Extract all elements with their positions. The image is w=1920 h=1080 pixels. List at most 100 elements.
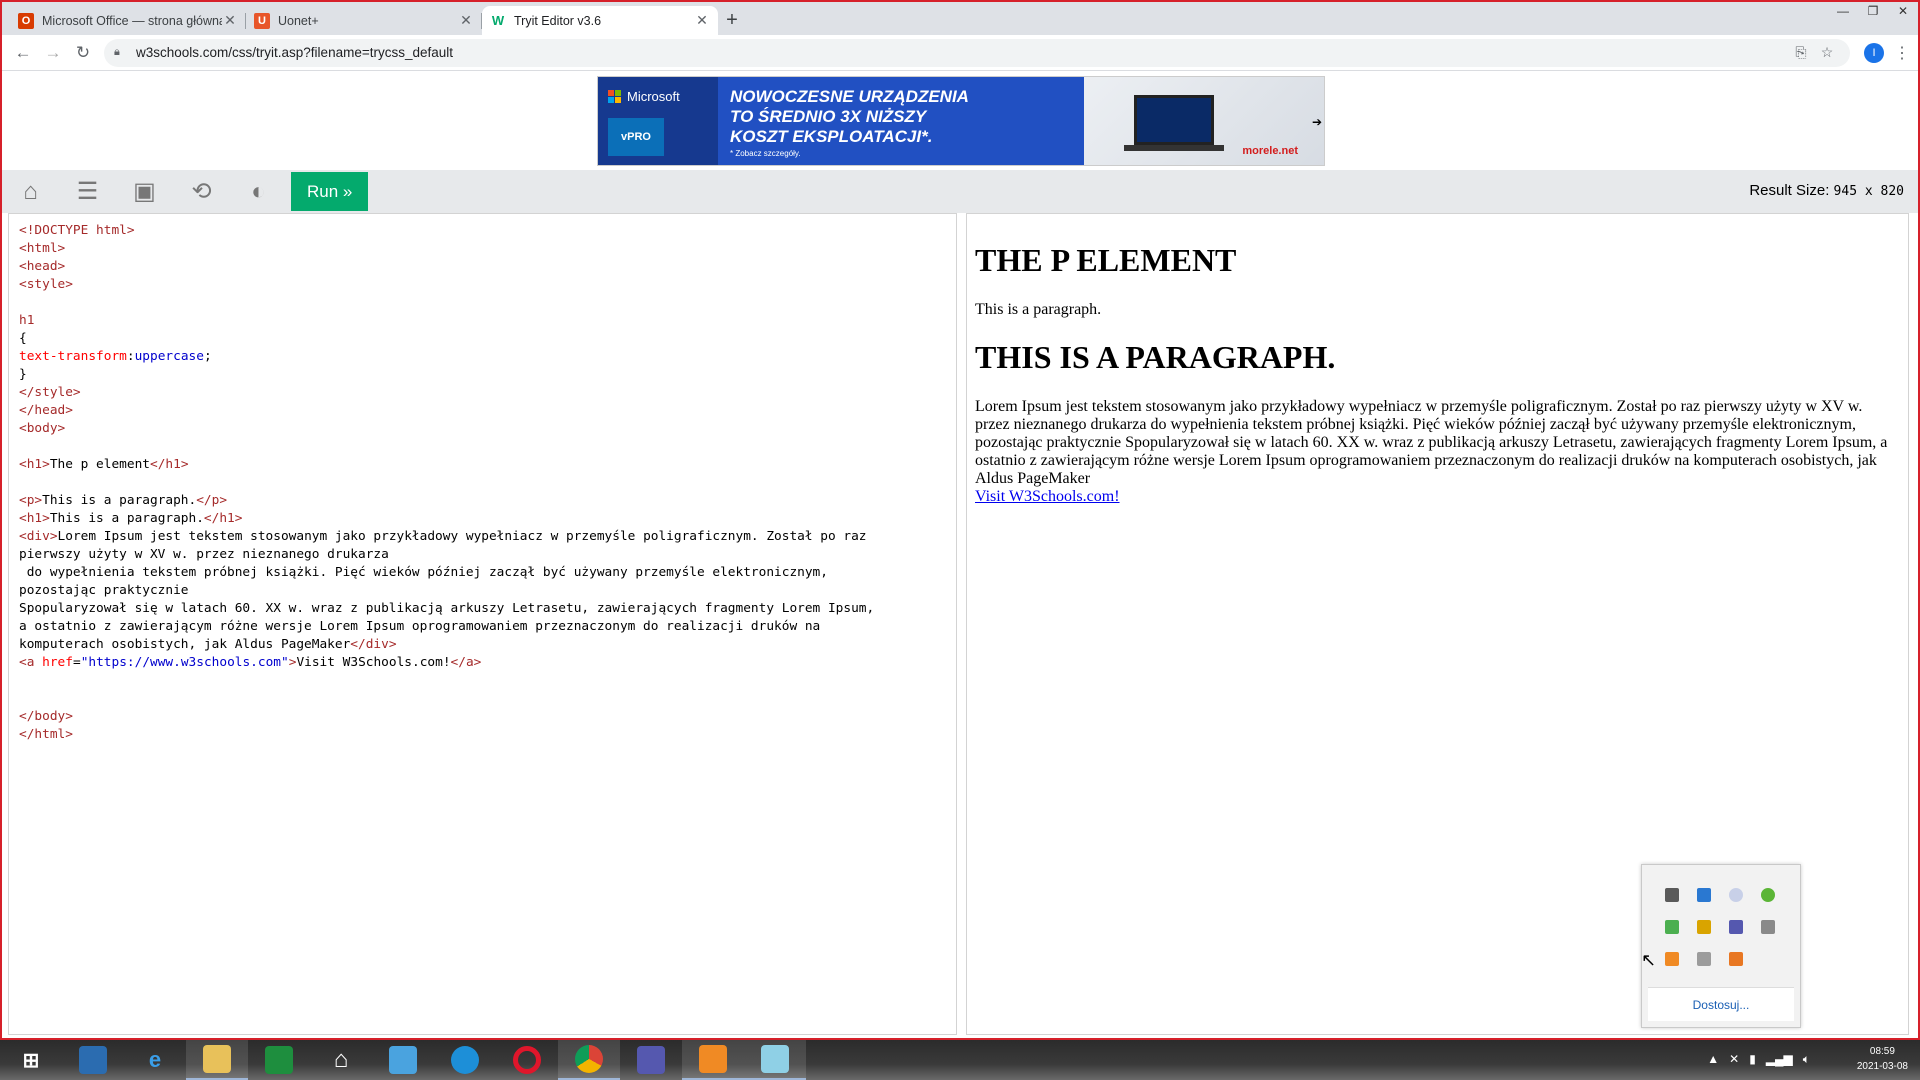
bookmark-star-icon[interactable]: ☆ <box>1814 44 1840 61</box>
ad-arrow-icon[interactable]: ➔ <box>1312 115 1322 129</box>
pdf-app-icon <box>699 1045 727 1073</box>
home-app-icon: ⌂ <box>333 1046 349 1073</box>
taskbar-chrome[interactable] <box>558 1040 620 1080</box>
laptop-base <box>1124 145 1224 151</box>
close-window-icon[interactable]: ✕ <box>1888 2 1918 22</box>
clock-date: 2021-03-08 <box>1856 1061 1908 1072</box>
menu-kebab-icon[interactable]: ⋮ <box>1892 43 1912 63</box>
ad-banner[interactable]: Microsoft vPRO NOWOCZESNE URZĄDZENIA TO … <box>597 76 1325 166</box>
save-icon[interactable]: ▣ <box>116 170 173 213</box>
close-tab-icon[interactable]: ✕ <box>694 12 710 29</box>
taskbar-opera[interactable] <box>496 1040 558 1080</box>
start-button[interactable]: ⊞ <box>0 1040 62 1080</box>
taskbar-store[interactable] <box>248 1040 310 1080</box>
settings-tray-icon[interactable] <box>1720 879 1752 911</box>
code-editor[interactable]: <!DOCTYPE html> <html> <head> <style> h1… <box>8 213 957 1035</box>
package-tray-icon[interactable] <box>1688 911 1720 943</box>
result-heading-1: The p element <box>975 242 1237 278</box>
close-tab-icon[interactable]: ✕ <box>222 12 238 29</box>
opera-icon <box>513 1046 541 1074</box>
new-tab-button[interactable]: + <box>718 6 746 35</box>
signal-icon[interactable]: ▂▄▆ <box>1766 1052 1793 1067</box>
tab-title: Microsoft Office — strona główna <box>42 13 222 28</box>
taskbar-notes[interactable] <box>744 1040 806 1080</box>
result-link[interactable]: Visit W3Schools.com! <box>975 488 1120 505</box>
tray-icons <box>1656 879 1800 975</box>
result-lorem-div: Lorem Ipsum jest tekstem stosowanym jako… <box>975 398 1888 487</box>
lock-icon[interactable]: 🔒︎ <box>114 46 128 59</box>
result-paragraph: This is a paragraph. <box>975 301 1102 318</box>
tab-strip: O Microsoft Office — strona główna ✕ U U… <box>2 2 1918 35</box>
office-icon: O <box>18 12 34 29</box>
volume-icon[interactable]: 🔈︎ <box>1803 1052 1810 1067</box>
uonet-icon: U <box>254 12 270 29</box>
show-hidden-icons-icon[interactable]: ▲ <box>1707 1052 1719 1067</box>
window-controls: — ❐ ✕ <box>1828 2 1918 22</box>
tab-uonet[interactable]: U Uonet+ ✕ <box>246 6 482 35</box>
ad-brand-panel: Microsoft vPRO <box>598 77 718 165</box>
ad-brand-text: Microsoft <box>627 89 680 104</box>
restore-icon[interactable]: ❐ <box>1858 2 1888 22</box>
taskbar-ie[interactable]: e <box>124 1040 186 1080</box>
taskbar-teams[interactable] <box>620 1040 682 1080</box>
taskbar-edge[interactable] <box>434 1040 496 1080</box>
tab-tryit-editor[interactable]: W Tryit Editor v3.6 ✕ <box>482 6 718 35</box>
ad-headline-line: KOSZT EKSPLOATACJI*. <box>730 127 933 146</box>
rotate-icon[interactable]: ⟲ <box>173 170 230 213</box>
laptop-image <box>1134 95 1214 145</box>
ad-headline: NOWOCZESNE URZĄDZENIA TO ŚREDNIO 3X NIŻS… <box>718 77 1084 165</box>
mail-icon <box>389 1046 417 1074</box>
windows-start-icon: ⊞ <box>22 1049 40 1072</box>
ad-headline-line: TO ŚREDNIO 3X NIŻSZY <box>730 107 927 126</box>
tray-customize-link[interactable]: Dostosuj... <box>1648 987 1794 1021</box>
translate-icon[interactable]: ⎘ <box>1788 44 1814 61</box>
menu-icon[interactable]: ☰ <box>59 170 116 213</box>
store-icon <box>265 1046 293 1074</box>
refresh-tray-icon[interactable] <box>1656 943 1688 975</box>
microsoft-logo: Microsoft <box>608 89 708 104</box>
teams-tray-icon[interactable] <box>1720 911 1752 943</box>
window-tray-icon[interactable] <box>1688 879 1720 911</box>
close-tab-icon[interactable]: ✕ <box>458 12 474 29</box>
result-size-value: 945 x 820 <box>1833 184 1904 199</box>
editor-toolbar: ⌂ ☰ ▣ ⟲ ◐ Run » Result Size: 945 x 820 <box>2 170 1918 213</box>
taskbar-explorer[interactable] <box>186 1040 248 1080</box>
device-tray-icon[interactable] <box>1752 911 1784 943</box>
tab-office[interactable]: O Microsoft Office — strona główna ✕ <box>10 6 246 35</box>
taskbar-pdf[interactable] <box>682 1040 744 1080</box>
clock[interactable]: 08:59 2021-03-08 <box>1857 1044 1908 1074</box>
taskbar-lenovo[interactable] <box>62 1040 124 1080</box>
printer-tray-icon[interactable] <box>1688 943 1720 975</box>
forward-icon[interactable]: → <box>38 38 68 68</box>
archive-tray-icon[interactable] <box>1720 943 1752 975</box>
home-icon[interactable]: ⌂ <box>2 170 59 213</box>
monitor-tray-icon[interactable] <box>1656 879 1688 911</box>
result-heading-2: This is a paragraph. <box>975 339 1336 375</box>
w3schools-icon: W <box>490 12 506 29</box>
file-explorer-icon <box>203 1045 231 1073</box>
tryit-page: Microsoft vPRO NOWOCZESNE URZĄDZENIA TO … <box>2 71 1918 1038</box>
update-tray-icon[interactable] <box>1752 879 1784 911</box>
intel-vpro-badge: vPRO <box>608 118 664 156</box>
ad-note: * Zobacz szczegóły. <box>730 149 801 158</box>
battery-icon[interactable]: ▮ <box>1749 1052 1756 1067</box>
taskbar-mail[interactable] <box>372 1040 434 1080</box>
minimize-icon[interactable]: — <box>1828 2 1858 22</box>
tab-title: Uonet+ <box>278 13 319 28</box>
reload-icon[interactable]: ↻ <box>68 38 98 68</box>
run-button[interactable]: Run » <box>291 172 369 211</box>
network-warning-icon[interactable]: ✕ <box>1729 1052 1739 1067</box>
taskbar-home[interactable]: ⌂ <box>310 1040 372 1080</box>
ad-headline-line: NOWOCZESNE URZĄDZENIA <box>730 87 969 106</box>
omnibox[interactable]: 🔒︎ w3schools.com/css/tryit.asp?filename=… <box>104 38 1850 67</box>
theme-contrast-icon[interactable]: ◐ <box>230 170 287 213</box>
security-check-tray-icon[interactable] <box>1656 911 1688 943</box>
ad-image: morele.net <box>1084 77 1324 165</box>
result-size: Result Size: 945 x 820 <box>1749 182 1904 199</box>
clock-time: 08:59 <box>1869 1046 1895 1057</box>
address-bar: ← → ↻ 🔒︎ w3schools.com/css/tryit.asp?fil… <box>2 35 1918 71</box>
chrome-icon <box>575 1045 603 1073</box>
back-icon[interactable]: ← <box>8 38 38 68</box>
url-text[interactable]: w3schools.com/css/tryit.asp?filename=try… <box>136 45 1788 60</box>
profile-avatar[interactable]: I <box>1864 42 1884 63</box>
